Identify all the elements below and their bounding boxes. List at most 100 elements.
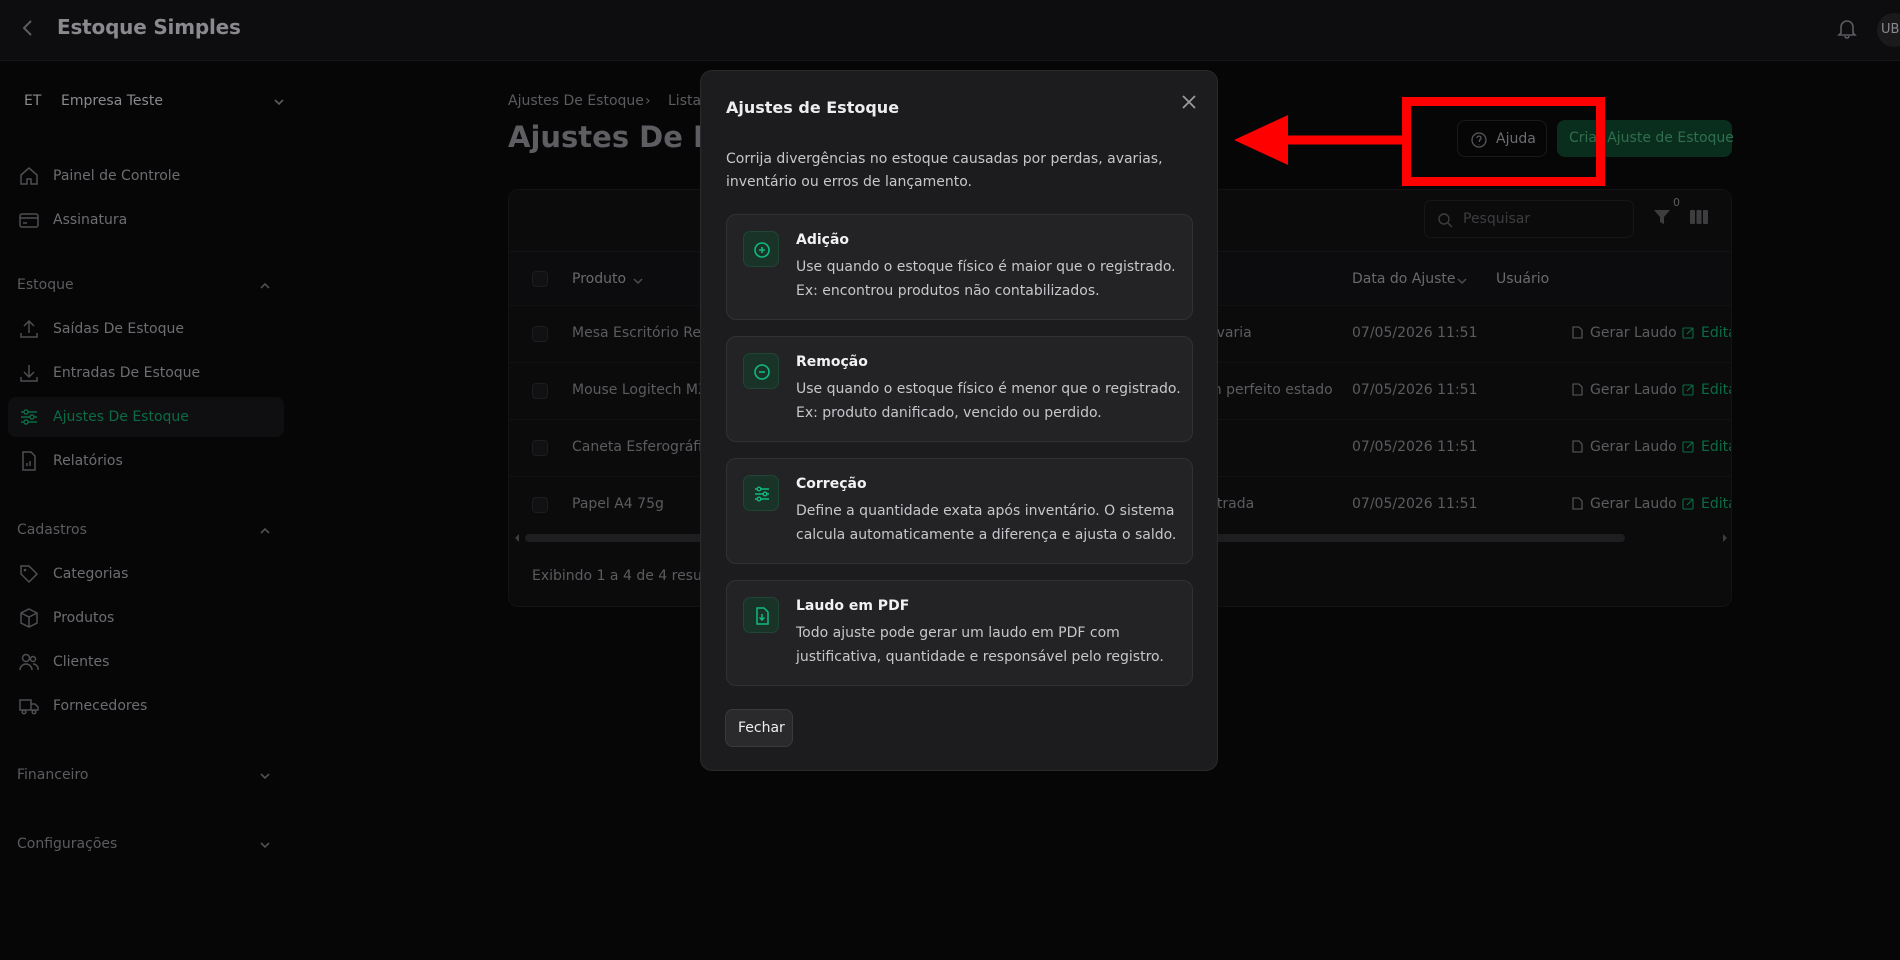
users-icon	[19, 653, 39, 671]
search-icon	[1438, 213, 1453, 228]
scroll-right-icon[interactable]	[1721, 533, 1729, 543]
row-checkbox[interactable]	[532, 497, 548, 513]
chevron-down-icon	[274, 99, 284, 106]
sidebar-item-label: Fornecedores	[53, 698, 148, 714]
help-modal: Ajustes de Estoque Corrija divergências …	[700, 70, 1218, 771]
sort-chevron-icon[interactable]	[632, 275, 644, 287]
sidebar-item-ajustes[interactable]: Ajustes De Estoque	[8, 397, 284, 437]
sidebar-item-categorias[interactable]: Categorias	[8, 554, 284, 594]
report-icon	[22, 451, 36, 471]
row-checkbox[interactable]	[532, 326, 548, 342]
generate-report-link[interactable]: Gerar Laudo	[1571, 382, 1677, 398]
edit-link[interactable]: Edita	[1682, 439, 1731, 455]
card-title: Correção	[796, 476, 867, 492]
edit-link-label: Edita	[1701, 325, 1731, 341]
app-title: Estoque Simples	[57, 15, 241, 39]
sidebar-item-saidas[interactable]: Saídas De Estoque	[8, 309, 284, 349]
sidebar-item-label: Assinatura	[53, 212, 128, 228]
edit-icon	[1682, 327, 1694, 339]
tag-icon	[20, 565, 39, 584]
sidebar-section-financeiro[interactable]: Financeiro	[17, 767, 88, 783]
chevron-down-icon[interactable]	[258, 769, 272, 783]
sidebar-item-assinatura[interactable]: Assinatura	[8, 200, 284, 240]
generate-report-link[interactable]: Gerar Laudo	[1571, 439, 1677, 455]
sidebar-item-relatorios[interactable]: Relatórios	[8, 441, 284, 481]
sidebar-item-label: Saídas De Estoque	[53, 321, 184, 337]
edit-link[interactable]: Edita	[1682, 382, 1731, 398]
sidebar-item-fornecedores[interactable]: Fornecedores	[8, 686, 284, 726]
credit-card-icon	[19, 213, 39, 228]
card-description: Use quando o estoque físico é menor que …	[796, 381, 1181, 421]
modal-title: Ajustes de Estoque	[726, 98, 900, 117]
company-abbr: ET	[24, 93, 42, 109]
sliders-icon	[21, 409, 37, 425]
breadcrumb-item[interactable]: Ajustes De Estoque	[508, 93, 644, 109]
sidebar-item-label: Produtos	[53, 610, 115, 626]
back-arrow-icon[interactable]	[18, 16, 38, 40]
columns-icon[interactable]	[1689, 208, 1709, 226]
sidebar-section-cadastros[interactable]: Cadastros	[17, 522, 87, 538]
row-checkbox[interactable]	[532, 383, 548, 399]
top-bar: Estoque Simples UB	[0, 0, 1900, 61]
home-icon	[20, 167, 38, 185]
close-modal-button[interactable]: Fechar	[725, 709, 793, 747]
cell-data: 07/05/2026 11:51	[1352, 382, 1478, 398]
select-all-checkbox[interactable]	[532, 271, 548, 287]
chevron-down-icon[interactable]	[258, 838, 272, 852]
close-icon[interactable]	[1179, 92, 1199, 112]
sidebar-section-estoque[interactable]: Estoque	[17, 277, 74, 293]
chevron-up-icon[interactable]	[258, 279, 272, 293]
file-download-icon	[756, 607, 769, 625]
annotation-arrow-icon	[1234, 115, 1404, 165]
close-button-label: Fechar	[738, 720, 785, 736]
sidebar-section-configuracoes[interactable]: Configurações	[17, 836, 117, 852]
edit-link[interactable]: Edita	[1682, 496, 1731, 512]
search-input[interactable]: Pesquisar	[1424, 200, 1634, 238]
scroll-left-icon[interactable]	[513, 533, 521, 543]
sidebar-item-clientes[interactable]: Clientes	[8, 642, 284, 682]
column-header-usuario[interactable]: Usuário	[1496, 271, 1549, 287]
report-link-label: Gerar Laudo	[1590, 325, 1677, 341]
card-description: Use quando o estoque físico é maior que …	[796, 259, 1176, 299]
breadcrumb-separator: ›	[645, 93, 651, 109]
row-checkbox[interactable]	[532, 440, 548, 456]
cell-produto: Mesa Escritório Reta	[572, 325, 715, 341]
filter-icon[interactable]	[1652, 207, 1672, 227]
company-switcher[interactable]: ET Empresa Teste	[24, 87, 290, 117]
info-card-adicao: Adição Use quando o estoque físico é mai…	[726, 214, 1193, 320]
pagination-summary: Exibindo 1 a 4 de 4 resulta	[532, 568, 720, 584]
edit-link-label: Edita	[1701, 496, 1731, 512]
sort-chevron-icon[interactable]	[1456, 275, 1468, 287]
column-header-data[interactable]: Data do Ajuste	[1352, 271, 1456, 287]
cell-motivo: m perfeito estado	[1208, 382, 1333, 398]
chevron-up-icon[interactable]	[258, 524, 272, 538]
generate-report-link[interactable]: Gerar Laudo	[1571, 325, 1677, 341]
edit-link-label: Edita	[1701, 382, 1731, 398]
filter-count-badge: 0	[1673, 196, 1680, 209]
cell-produto: Caneta Esferográfica	[572, 439, 719, 455]
report-link-label: Gerar Laudo	[1590, 439, 1677, 455]
company-name: Empresa Teste	[61, 93, 163, 109]
plus-circle-icon	[754, 242, 770, 258]
card-title: Remoção	[796, 354, 868, 370]
card-description: Define a quantidade exata após inventári…	[796, 503, 1177, 543]
sidebar-item-entradas[interactable]: Entradas De Estoque	[8, 353, 284, 393]
column-header-produto[interactable]: Produto	[572, 271, 626, 287]
edit-icon	[1682, 441, 1694, 453]
sidebar-item-painel[interactable]: Painel de Controle	[8, 156, 284, 196]
sidebar-item-label: Relatórios	[53, 453, 123, 469]
download-icon	[20, 365, 38, 382]
cell-produto: Papel A4 75g	[572, 496, 664, 512]
card-description: Todo ajuste pode gerar um laudo em PDF c…	[796, 625, 1164, 665]
truck-icon	[19, 699, 39, 715]
sidebar-item-label: Painel de Controle	[53, 168, 181, 184]
generate-report-link[interactable]: Gerar Laudo	[1571, 496, 1677, 512]
sliders-icon	[755, 486, 769, 502]
user-avatar[interactable]: UB	[1877, 13, 1900, 47]
sidebar-item-produtos[interactable]: Produtos	[8, 598, 284, 638]
file-icon	[1572, 326, 1583, 339]
edit-icon	[1682, 498, 1694, 510]
bell-icon[interactable]	[1836, 16, 1858, 40]
edit-link[interactable]: Edita	[1682, 325, 1731, 341]
file-icon	[1572, 440, 1583, 453]
